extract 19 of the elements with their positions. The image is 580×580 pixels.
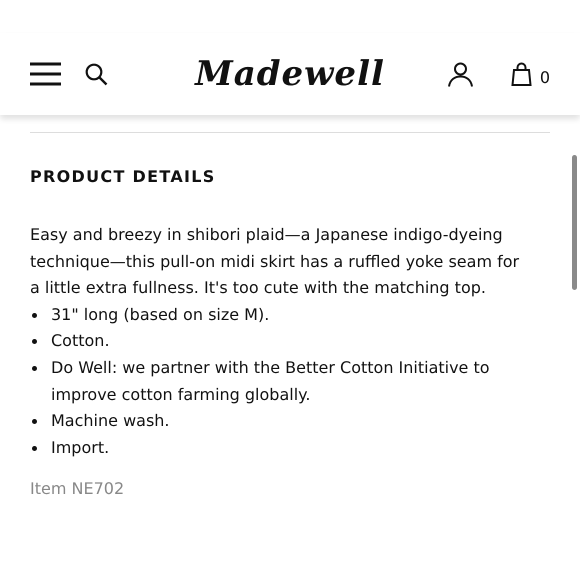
bullet-icon: [32, 419, 37, 424]
bullet-icon: [32, 339, 37, 344]
list-item: Cotton.: [51, 330, 110, 352]
item-number: Item NE702: [30, 479, 126, 498]
cart-count: 0: [540, 70, 550, 86]
bullet-icon: [32, 312, 37, 318]
section-title: PRODUCT DETAILS: [30, 167, 217, 186]
shopping-bag-icon[interactable]: [510, 62, 532, 86]
search-icon[interactable]: [85, 62, 108, 86]
list-item: Do Well: we partner with the Better Cotton Initiative to improve cotton farming globally.: [51, 356, 491, 406]
bullet-icon: [32, 446, 37, 451]
list-item: Import.: [51, 436, 110, 459]
bullet-icon: [32, 366, 37, 371]
account-icon[interactable]: [448, 62, 473, 86]
list-item: Machine wash.: [51, 410, 170, 432]
menu-icon[interactable]: [30, 62, 61, 86]
brand-logo[interactable]: Madewell: [160, 54, 420, 94]
product-description: Easy and breezy in shibori plaid—a Japanese indigo-dyeing technique—this pull-on midi skirt has a ruffled yoke seam for a little extra fullness. It's too cute with the matching top.: [30, 224, 520, 300]
list-item: 31" long (based on size M).: [51, 304, 270, 326]
